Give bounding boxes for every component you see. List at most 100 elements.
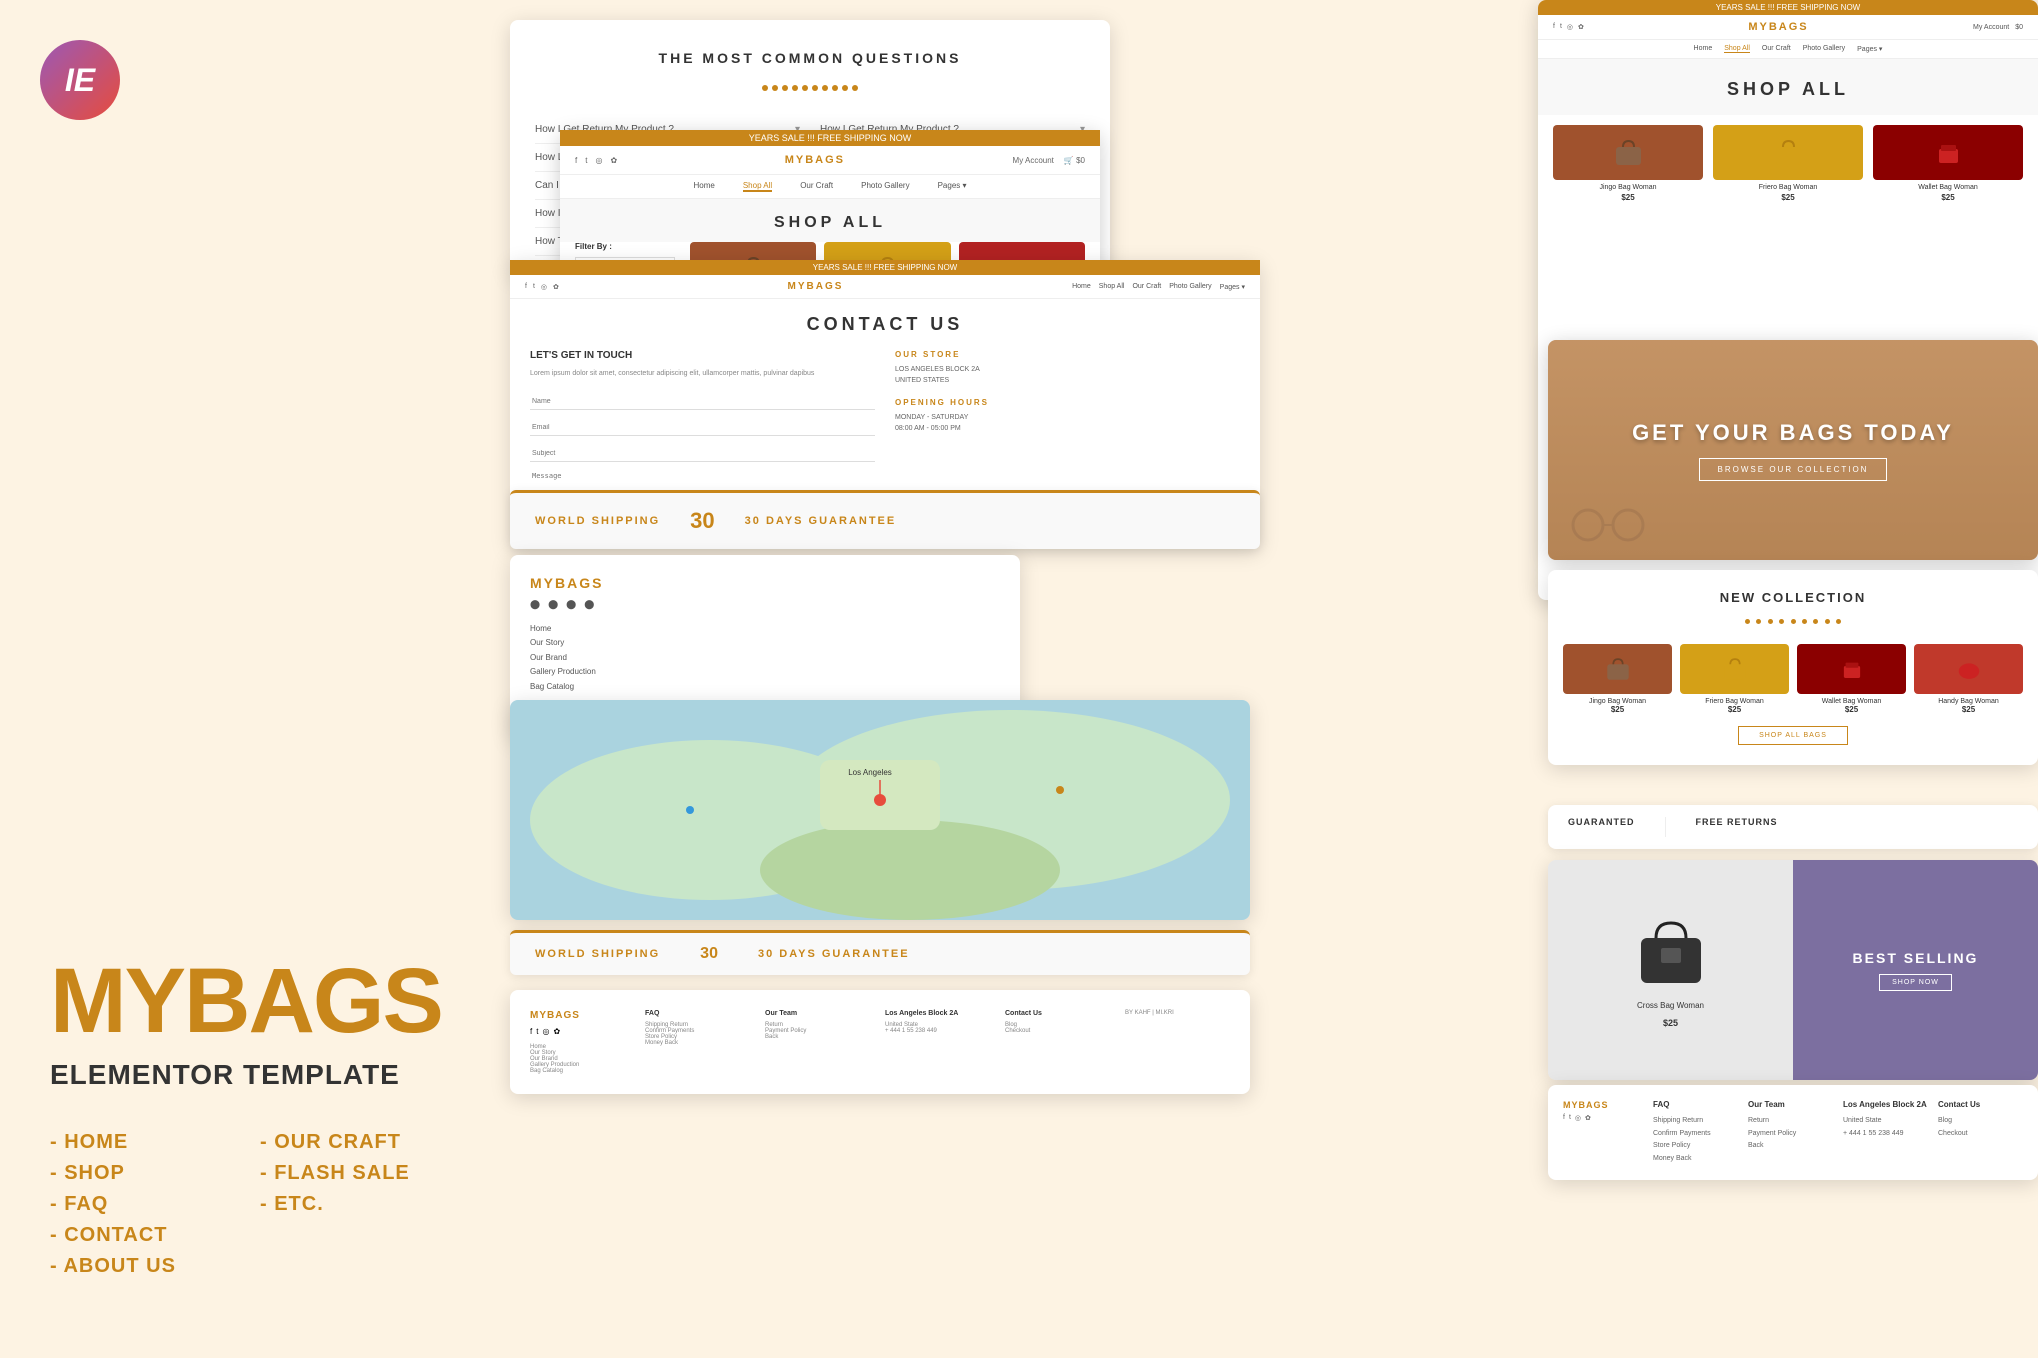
nav-home[interactable]: Home (694, 181, 715, 192)
hero-browse-button[interactable]: BROWSE OUR COLLECTION (1699, 458, 1888, 481)
shop-all-bags-button[interactable]: SHOP ALL BAGS (1738, 726, 1848, 745)
shop-all-nav-shopall[interactable]: Shop All (1724, 45, 1750, 53)
guarantee-item-2: FREE RETURNS (1696, 817, 1778, 837)
feature-home: - HOME (50, 1131, 230, 1154)
footer-link-ourstory[interactable]: Our Story (530, 636, 1000, 650)
shop-all-price-2: $25 (1713, 193, 1863, 202)
store-title: OUR STORE (895, 350, 1240, 359)
store-address: LOS ANGELES BLOCK 2AUNITED STATES (895, 365, 1240, 386)
nav-photogallery[interactable]: Photo Gallery (861, 181, 909, 192)
best-selling-shop-button[interactable]: SHOP NOW (1879, 974, 1952, 991)
lets-get-in-touch: LET'S GET IN TOUCH (530, 350, 875, 361)
social-ig: ◎ (595, 156, 602, 165)
faq-title: THE MOST COMMON QUESTIONS (535, 50, 1085, 66)
shop-all-heading: SHOP ALL (560, 214, 1100, 232)
shop-logo: MYBAGS (785, 154, 845, 166)
nav-pages[interactable]: Pages ▾ (938, 181, 967, 192)
nav-shopall[interactable]: Shop All (743, 181, 772, 192)
shop-all-nav-home[interactable]: Home (1694, 45, 1713, 53)
days-guarantee-label: 30 DAYS GUARANTEE (758, 948, 910, 960)
nc-product-2: Friero Bag Woman $25 (1680, 644, 1789, 714)
shop-all-img-1 (1553, 125, 1703, 180)
footer-address-col: Los Angeles Block 2A United State + 444 … (885, 1010, 990, 1074)
contact-description: Lorem ipsum dolor sit amet, consectetur … (530, 369, 875, 380)
contact-nav-home[interactable]: Home (1072, 283, 1091, 291)
footer-link-catalog[interactable]: Bag Catalog (530, 680, 1000, 694)
shop-all-nav-gallery[interactable]: Photo Gallery (1803, 45, 1845, 53)
footer-team-col: Our Team Return Payment Policy Back (765, 1010, 870, 1074)
footer-right-col-faq: FAQ Shipping Return Confirm Payments Sto… (1653, 1100, 1738, 1165)
shop-all-nav-pages[interactable]: Pages ▾ (1857, 45, 1882, 53)
my-account-link[interactable]: My Account (1013, 156, 1054, 165)
contact-email-input[interactable] (530, 420, 875, 436)
nc-img-2 (1680, 644, 1789, 694)
shop-all-price-1: $25 (1553, 193, 1703, 202)
faq-dots (535, 78, 1085, 96)
footer-link-gallery[interactable]: Gallery Production (530, 665, 1000, 679)
shop-all-nav-ourcraft[interactable]: Our Craft (1762, 45, 1791, 53)
footer-link-ourbrand[interactable]: Our Brand (530, 651, 1000, 665)
footer-r-money: Money Back (1653, 1153, 1738, 1166)
shop-all-nav-links: Home Shop All Our Craft Photo Gallery Pa… (1538, 40, 2038, 59)
shop-all-products: Jingo Bag Woman $25 Friero Bag Woman $25… (1538, 115, 2038, 212)
shop-all-img-2 (1713, 125, 1863, 180)
brand-subtitle: ELEMENTOR TEMPLATE (50, 1059, 440, 1091)
footer-pi: ⬤ (584, 599, 594, 610)
contact-nav-photogallery[interactable]: Photo Gallery (1169, 283, 1211, 291)
cross-bag-svg (1631, 913, 1711, 993)
footer-contact-links: Blog Checkout (1005, 1022, 1110, 1034)
shop-all-account[interactable]: My Account (1973, 24, 2009, 31)
footer-ig: ⬤ (566, 599, 576, 610)
contact-topbar: YEARS SALE !!! FREE SHIPPING NOW (510, 260, 1260, 275)
contact-nav-shopall[interactable]: Shop All (1099, 283, 1125, 291)
guarantee-item-1: GUARANTED (1568, 817, 1635, 837)
cart-icon[interactable]: 🛒 $0 (1064, 156, 1085, 165)
shop-all-nav: f t ◎ ✿ MYBAGS My Account $0 (1538, 15, 2038, 40)
hours-text: MONDAY - SATURDAY08:00 AM - 05:00 PM (895, 413, 1240, 434)
shop-all-name-2: Friero Bag Woman (1713, 184, 1863, 191)
footer-right-col-contact: Contact Us Blog Checkout (1938, 1100, 2023, 1165)
feature-contact: - CONTACT (50, 1224, 230, 1247)
contact-nav-ourcraft[interactable]: Our Craft (1132, 283, 1161, 291)
shop-all-cart[interactable]: $0 (2015, 24, 2023, 31)
world-shipping-bottom: WORLD SHIPPING 30 30 DAYS GUARANTEE (510, 930, 1250, 975)
nc-img-1 (1563, 644, 1672, 694)
contact-nav-links: Home Shop All Our Craft Photo Gallery Pa… (1072, 283, 1245, 291)
contact-subject-input[interactable] (530, 446, 875, 462)
footer-r-phone: + 444 1 55 238 449 (1843, 1128, 1928, 1141)
nc-name-3: Wallet Bag Woman (1797, 698, 1906, 705)
feature-shop: - SHOP (50, 1162, 230, 1185)
guarantee-divider (1665, 817, 1666, 837)
footer-r-blog: Blog (1938, 1115, 2023, 1128)
footer-r-shipping: Shipping Return (1653, 1115, 1738, 1128)
footer-right-socials: f t ◎ ✿ (1563, 1114, 1643, 1122)
footer-link-home[interactable]: Home (530, 622, 1000, 636)
shop-all-social-fb: f (1553, 23, 1555, 31)
nc-img-4 (1914, 644, 2023, 694)
filter-label: Filter By : (575, 242, 675, 251)
footer-brand-tw: t (536, 1027, 538, 1036)
contact-social-tw: t (533, 283, 535, 291)
nc-price-1: $25 (1563, 705, 1672, 714)
hero-decoration (1568, 505, 1648, 550)
footer-brand-name: MYBAGS (530, 1010, 630, 1021)
shop-all-logo: MYBAGS (1748, 21, 1808, 33)
footer-socials: ⬤ ⬤ ⬤ ⬤ (530, 599, 1000, 610)
hero-screenshot: GET YOUR BAGS TODAY BROWSE OUR COLLECTIO… (1548, 340, 2038, 560)
new-collection-screenshot: NEW COLLECTION Jingo Bag Woman $25 (1548, 570, 2038, 765)
nav-ourcraft[interactable]: Our Craft (800, 181, 833, 192)
contact-nav-pages[interactable]: Pages ▾ (1220, 283, 1245, 291)
footer-money-back: Money Back (645, 1040, 750, 1046)
footer-contact-title: Contact Us (1005, 1010, 1110, 1017)
contact-social-fb: f (525, 283, 527, 291)
social-fb: f (575, 156, 577, 165)
footer-r-address-title: Los Angeles Block 2A (1843, 1100, 1928, 1109)
hours-info: OPENING HOURS MONDAY - SATURDAY08:00 AM … (895, 398, 1240, 434)
footer-address-details: United State + 444 1 55 238 449 (885, 1022, 990, 1034)
best-selling-title: BEST SELLING (1853, 950, 1979, 966)
footer-fb: ⬤ (530, 599, 540, 610)
left-panel: IE MYBAGS ELEMENTOR TEMPLATE - HOME - OU… (0, 0, 490, 1358)
contact-name-input[interactable] (530, 394, 875, 410)
footer-team-title: Our Team (765, 1010, 870, 1017)
shop-all-social-ig: ◎ (1567, 23, 1573, 31)
